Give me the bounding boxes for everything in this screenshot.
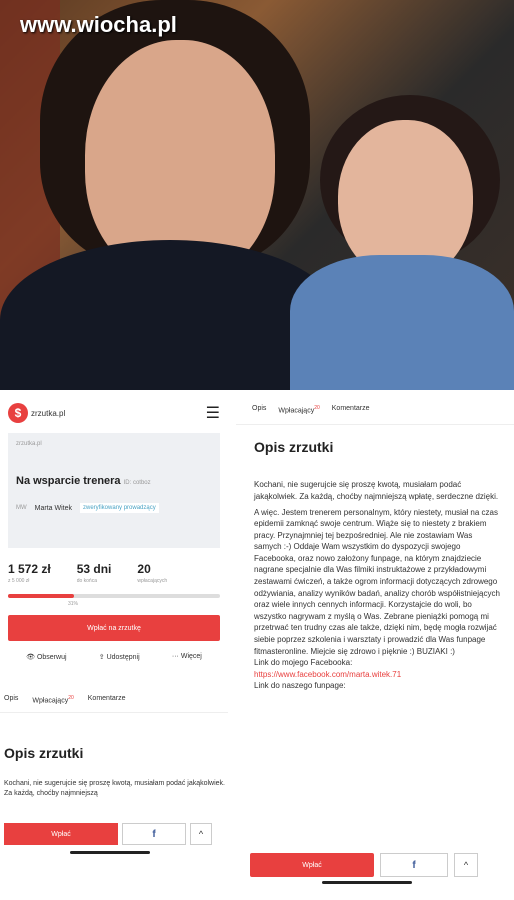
description-preview: Kochani, nie sugerujcie się proszę kwotą… [4, 780, 225, 798]
description-heading: Opis zrzutki [254, 439, 334, 456]
progress-bar [8, 594, 220, 598]
stat-donors: 20 wpłacających [137, 562, 167, 584]
bottom-pay-button[interactable]: Wpłać [4, 823, 118, 845]
share-button[interactable]: ⇪ Udostępnij [99, 653, 140, 661]
tab-donors-count: 20 [68, 695, 74, 701]
pay-button[interactable]: Wpłać na zrzutkę [8, 615, 220, 641]
facebook-icon[interactable]: f [122, 823, 186, 845]
tabs: Opis Wpłacający20 Komentarze [0, 661, 228, 714]
author-row: MW Marta Witek zweryfikowany prowadzący [16, 503, 212, 513]
bottom-bar: Wpłać f ^ [4, 823, 218, 845]
tab-donors-label: Wpłacający [278, 407, 315, 415]
stat-donors-value: 20 [137, 562, 151, 576]
more-label: Więcej [180, 653, 202, 660]
more-icon: ··· [171, 653, 181, 660]
campaign-title: Na wsparcie trenera ID: cotboz [16, 475, 212, 487]
tab-opis[interactable]: Opis [4, 695, 18, 704]
selfie-photo: www.wiocha.pl [0, 0, 514, 390]
description-paragraph: Kochani, nie sugerujcie się proszę kwotą… [254, 480, 499, 501]
facebook-link-label: Link do mojego Facebooka: [254, 658, 353, 668]
tab-donors[interactable]: Wpłacający20 [278, 405, 319, 414]
more-button[interactable]: ··· Więcej [172, 653, 202, 661]
observe-label: Obserwuj [36, 654, 67, 661]
campaign-card: zrzutka.pl Na wsparcie trenera ID: cotbo… [8, 433, 220, 548]
tab-donors-count: 20 [314, 405, 320, 411]
home-indicator [70, 851, 150, 854]
right-phone-screen: Opis Wpłacający20 Komentarze Opis zrzutk… [236, 393, 514, 900]
tab-donors-label: Wpłacający [32, 697, 69, 705]
observe-button[interactable]: 👁 Obserwuj [26, 653, 66, 661]
eye-icon: 👁 [26, 654, 37, 661]
logo-text: zrzutka.pl [31, 408, 66, 418]
stat-days-label: do końca [76, 578, 97, 584]
tab-opis[interactable]: Opis [252, 405, 266, 414]
logo[interactable]: $ zrzutka.pl [8, 403, 65, 423]
description-heading: Opis zrzutki [4, 745, 84, 762]
scroll-up-icon[interactable]: ^ [190, 823, 212, 845]
description-body: Kochani, nie sugerujcie się proszę kwotą… [254, 479, 500, 692]
tabs: Opis Wpłacający20 Komentarze [236, 393, 514, 426]
facebook-link[interactable]: https://www.facebook.com/marta.witek.71 [254, 669, 500, 681]
stat-raised-value: 1 572 zł [8, 562, 51, 576]
stat-days: 53 dni do końca [77, 562, 112, 584]
share-icon: ⇪ [98, 654, 107, 661]
campaign-title-text: Na wsparcie trenera [16, 475, 121, 487]
funpage-link-label: Link do naszego funpage: [254, 681, 346, 691]
description-paragraph: A więc. Jestem trenerem personalnym, któ… [254, 507, 500, 656]
actions-row: 👁 Obserwuj ⇪ Udostępnij ··· Więcej [0, 641, 228, 661]
woman-right-shirt [290, 255, 514, 390]
left-phone-screen: $ zrzutka.pl ☰ zrzutka.pl Na wsparcie tr… [0, 393, 228, 900]
watermark: www.wiocha.pl [20, 12, 177, 37]
scroll-up-icon[interactable]: ^ [454, 853, 478, 877]
tab-comments[interactable]: Komentarze [88, 695, 126, 704]
verified-badge: zweryfikowany prowadzący [80, 503, 159, 513]
stat-donors-label: wpłacających [137, 578, 168, 584]
home-indicator [322, 881, 412, 884]
author-name[interactable]: Marta Witek [35, 505, 72, 512]
logo-icon: $ [8, 403, 28, 423]
bottom-bar: Wpłać f ^ [250, 853, 478, 877]
stat-raised-label: z 5 000 zł [8, 578, 30, 584]
woman-left-dress [0, 240, 340, 390]
stat-days-value: 53 dni [76, 562, 112, 576]
stat-raised: 1 572 zł z 5 000 zł [8, 562, 51, 584]
card-logo: zrzutka.pl [16, 441, 42, 447]
tab-donors[interactable]: Wpłacający20 [32, 695, 73, 704]
tab-comments[interactable]: Komentarze [332, 405, 370, 414]
campaign-id: ID: cotboz [123, 480, 151, 486]
bottom-pay-button[interactable]: Wpłać [250, 853, 374, 877]
author-initials: MW [16, 505, 27, 511]
menu-icon[interactable]: ☰ [206, 403, 220, 423]
share-label: Udostępnij [106, 654, 140, 661]
stats-row: 1 572 zł z 5 000 zł 53 dni do końca 20 w… [0, 548, 228, 584]
progress-fill [8, 594, 74, 598]
facebook-icon[interactable]: f [380, 853, 448, 877]
progress-label: 31% [68, 601, 79, 607]
header: $ zrzutka.pl ☰ [0, 393, 228, 433]
